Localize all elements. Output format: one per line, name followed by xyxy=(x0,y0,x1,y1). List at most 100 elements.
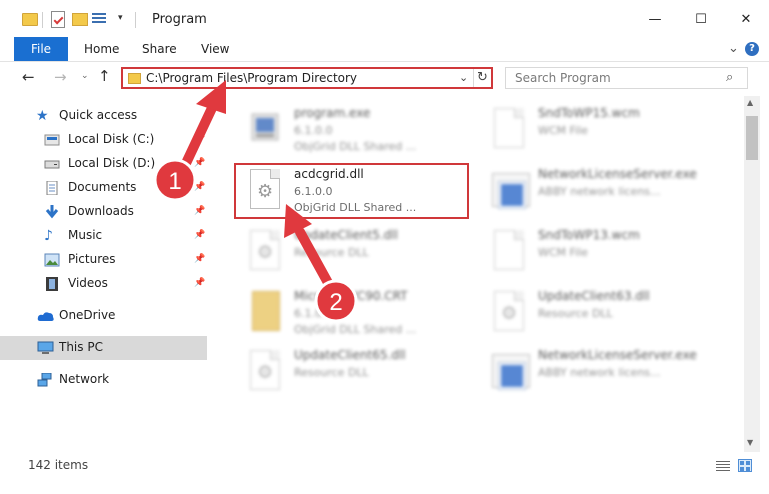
tab-view[interactable]: View xyxy=(201,37,229,61)
file-name: UpdateClient65.dll xyxy=(294,348,406,362)
window-title: Program xyxy=(152,12,207,27)
file-item-program-exe[interactable]: program.exe 6.1.0.0 ObjGrid DLL Shared .… xyxy=(220,102,470,160)
file-type: Resource DLL xyxy=(538,307,613,320)
sidebar-item-label: Downloads xyxy=(68,204,134,218)
scroll-down-icon[interactable]: ▼ xyxy=(747,438,753,447)
file-item-updateclient65-dll[interactable]: UpdateClient65.dll Resource DLL xyxy=(220,344,470,402)
pin-icon[interactable]: 📌 xyxy=(194,158,205,168)
sidebar-item-label: Music xyxy=(68,228,103,242)
sidebar-item-quick-access[interactable]: ★ Quick access xyxy=(0,104,207,128)
sidebar-item-label: Network xyxy=(59,372,110,386)
folder-icon xyxy=(128,73,141,84)
pin-icon[interactable]: 📌 xyxy=(194,230,205,240)
file-name: UpdateClient5.dll xyxy=(294,228,398,242)
up-button[interactable]: ↑ xyxy=(98,67,111,85)
navigation-pane: ★ Quick access Local Disk (C:) 📌 Local D… xyxy=(0,96,207,452)
sidebar-item-label: Documents xyxy=(68,180,137,194)
maximize-button[interactable]: ☐ xyxy=(678,0,724,40)
scroll-up-icon[interactable]: ▲ xyxy=(747,98,753,107)
sidebar-item-videos[interactable]: Videos 📌 xyxy=(0,272,207,296)
file-type: WCM File xyxy=(538,124,588,137)
drive-icon xyxy=(44,157,60,171)
sidebar-item-network[interactable]: Network xyxy=(0,368,207,392)
tab-share[interactable]: Share xyxy=(142,37,177,61)
navigation-bar: ← → ⌄ ↑ C:\Program Files\Program Directo… xyxy=(0,62,769,94)
pin-icon[interactable]: 📌 xyxy=(194,134,205,144)
help-icon[interactable]: ? xyxy=(745,42,759,56)
forward-button[interactable]: → xyxy=(54,68,67,86)
file-type: Resource DLL xyxy=(294,246,369,259)
pin-icon[interactable]: 📌 xyxy=(194,182,205,192)
folder-icon[interactable] xyxy=(22,13,38,26)
pin-icon[interactable]: 📌 xyxy=(194,254,205,264)
details-view-icon[interactable] xyxy=(716,460,730,471)
toolbar-divider xyxy=(42,12,43,28)
dll-gear-icon xyxy=(250,230,280,270)
pin-icon[interactable]: 📌 xyxy=(194,278,205,288)
sidebar-item-onedrive[interactable]: OneDrive xyxy=(0,304,207,328)
minimize-button[interactable]: — xyxy=(632,0,678,40)
file-name: NetworkLicenseServer.exe xyxy=(538,348,697,362)
ribbon-tabs: File Home Share View ⌄ ? xyxy=(0,37,769,62)
large-icons-view-icon[interactable] xyxy=(738,459,752,472)
sidebar-item-downloads[interactable]: Downloads 📌 xyxy=(0,200,207,224)
view-options-icon[interactable] xyxy=(92,12,108,25)
sidebar-item-pictures[interactable]: Pictures 📌 xyxy=(0,248,207,272)
drive-icon xyxy=(44,133,60,147)
sidebar-item-label: Local Disk (D:) xyxy=(68,156,156,170)
new-folder-icon[interactable] xyxy=(72,13,88,26)
file-type: ABBY network licens... xyxy=(538,185,661,198)
file-name: program.exe xyxy=(294,106,371,120)
sidebar-item-documents[interactable]: Documents 📌 xyxy=(0,176,207,200)
address-bar[interactable]: C:\Program Files\Program Directory ⌄ ↻ xyxy=(121,67,493,89)
refresh-button[interactable]: ↻ xyxy=(477,70,488,85)
sidebar-item-local-disk-c[interactable]: Local Disk (C:) 📌 xyxy=(0,128,207,152)
file-version: 6.1.0.0 xyxy=(294,307,333,320)
quick-access-dropdown-icon[interactable]: ▾ xyxy=(118,14,126,23)
file-item-networklicenseserver-exe-2[interactable]: NetworkLicenseServer.exe ABBY network li… xyxy=(464,344,714,402)
scroll-thumb[interactable] xyxy=(746,116,758,160)
status-bar: 142 items xyxy=(0,452,769,494)
application-icon xyxy=(492,354,530,389)
documents-icon xyxy=(44,180,60,196)
file-description: ObjGrid DLL Shared ... xyxy=(294,323,417,336)
chevron-down-icon[interactable]: ⌄ xyxy=(459,71,468,84)
sidebar-item-label: Quick access xyxy=(59,108,138,122)
file-item-sndtowp15-wcm[interactable]: SndToWP15.wcm WCM File xyxy=(464,102,714,160)
tab-home[interactable]: Home xyxy=(84,37,119,61)
file-name: SndToWP13.wcm xyxy=(538,228,640,242)
sidebar-item-label: Videos xyxy=(68,276,108,290)
file-item-updateclient63-dll[interactable]: UpdateClient63.dll Resource DLL xyxy=(464,285,714,343)
document-icon xyxy=(494,108,524,148)
sidebar-item-this-pc[interactable]: This PC xyxy=(0,336,207,360)
document-icon xyxy=(494,230,524,270)
cloud-icon xyxy=(37,309,54,323)
file-item-sndtowp13-wcm[interactable]: SndToWP13.wcm WCM File xyxy=(464,224,714,282)
toolbar-divider xyxy=(135,12,136,28)
file-version: 6.1.0.0 xyxy=(294,124,333,137)
sidebar-item-label: This PC xyxy=(59,340,103,354)
file-name: SndToWP15.wcm xyxy=(538,106,640,120)
dll-gear-icon xyxy=(494,291,524,331)
file-item-networklicenseserver-exe[interactable]: NetworkLicenseServer.exe ABBY network li… xyxy=(464,163,714,221)
close-button[interactable]: ✕ xyxy=(723,0,769,40)
file-name: NetworkLicenseServer.exe xyxy=(538,167,697,181)
file-item-updateclient5-dll[interactable]: UpdateClient5.dll Resource DLL xyxy=(220,224,470,282)
properties-icon[interactable] xyxy=(51,11,65,28)
recent-locations-dropdown[interactable]: ⌄ xyxy=(81,71,89,81)
vertical-scrollbar[interactable]: ▲ ▼ xyxy=(744,96,760,452)
pin-icon[interactable]: 📌 xyxy=(194,206,205,216)
file-item-microsoftvc90-crt[interactable]: MicrosoftVC90.CRT 6.1.0.0 ObjGrid DLL Sh… xyxy=(220,285,470,343)
file-description: ObjGrid DLL Shared ... xyxy=(294,140,417,153)
sidebar-item-music[interactable]: ♪ Music 📌 xyxy=(0,224,207,248)
chevron-down-icon[interactable]: ⌄ xyxy=(728,41,739,56)
tab-file[interactable]: File xyxy=(14,37,68,61)
application-icon xyxy=(248,108,284,148)
file-type: WCM File xyxy=(538,246,588,259)
item-count: 142 items xyxy=(28,458,89,472)
search-icon[interactable]: ⌕ xyxy=(726,70,733,85)
back-button[interactable]: ← xyxy=(22,68,35,86)
search-input[interactable]: Search Program ⌕ xyxy=(505,67,748,89)
address-path[interactable]: C:\Program Files\Program Directory xyxy=(146,71,357,85)
sidebar-item-local-disk-d[interactable]: Local Disk (D:) 📌 xyxy=(0,152,207,176)
